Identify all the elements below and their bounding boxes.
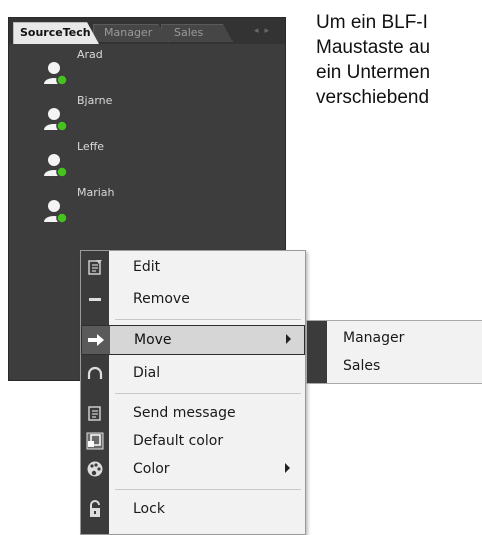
- contact-name: Leffe: [77, 140, 105, 153]
- contact-mariah[interactable]: Mariah: [9, 180, 209, 224]
- menu-item-edit[interactable]: Edit: [81, 253, 305, 281]
- submenu-item-sales[interactable]: Sales: [343, 358, 380, 374]
- menu-item-send-message[interactable]: Send message: [81, 399, 305, 427]
- tab-bar: Sales Manager SourceTech ◂▸: [9, 18, 285, 44]
- menu-separator: [115, 489, 301, 490]
- arrow-right-icon: [86, 330, 106, 350]
- message-icon: [85, 403, 105, 423]
- tab-scroll-arrows[interactable]: ◂▸: [254, 26, 275, 36]
- user-presence-icon: [44, 154, 68, 178]
- user-presence-icon: [44, 62, 68, 86]
- context-menu: Edit Remove Move Dial Send message Defau…: [80, 250, 306, 535]
- contact-name: Mariah: [77, 186, 115, 199]
- menu-item-color[interactable]: Color: [81, 455, 305, 483]
- menu-item-label: Move: [134, 332, 172, 348]
- menu-item-label: Send message: [133, 405, 236, 421]
- help-text: Um ein BLF-I Maustaste au ein Untermen v…: [316, 10, 482, 110]
- menu-item-label: Lock: [133, 501, 165, 517]
- help-line: verschiebend: [316, 87, 430, 108]
- menu-item-lock[interactable]: Lock: [81, 495, 305, 523]
- tab-manager[interactable]: Manager: [93, 24, 169, 42]
- menu-item-label: Remove: [133, 291, 190, 307]
- menu-item-label: Dial: [133, 365, 161, 381]
- contact-name: Arad: [77, 48, 103, 61]
- menu-item-label: Color: [133, 461, 170, 477]
- menu-item-dial[interactable]: Dial: [81, 359, 305, 387]
- default-color-icon: [85, 431, 105, 451]
- lock-icon: [85, 499, 105, 519]
- headset-icon: [85, 363, 105, 383]
- help-line: Maustaste au: [316, 37, 431, 58]
- edit-icon: [85, 257, 105, 277]
- tab-sales[interactable]: Sales: [161, 24, 233, 42]
- menu-item-remove[interactable]: Remove: [81, 285, 305, 313]
- submenu-item-manager[interactable]: Manager: [343, 330, 404, 346]
- user-presence-icon: [44, 108, 68, 132]
- remove-icon: [85, 289, 105, 309]
- palette-icon: [85, 459, 105, 479]
- contact-bjarne[interactable]: Bjarne: [9, 88, 209, 132]
- menu-item-label: Edit: [133, 259, 161, 275]
- submenu-gutter: [307, 321, 327, 383]
- tab-sourcetech[interactable]: SourceTech: [13, 22, 99, 44]
- submenu-arrow-icon: [286, 334, 291, 344]
- contact-leffe[interactable]: Leffe: [9, 134, 209, 178]
- menu-separator: [115, 319, 301, 320]
- user-presence-icon: [44, 200, 68, 224]
- menu-item-move[interactable]: Move: [81, 325, 305, 355]
- menu-separator: [115, 393, 301, 394]
- help-line: ein Untermen: [316, 62, 431, 83]
- menu-item-label: Default color: [133, 433, 224, 449]
- help-line: Um ein BLF-I: [316, 12, 428, 33]
- contact-arad[interactable]: Arad: [9, 42, 209, 86]
- move-submenu: Manager Sales: [306, 320, 482, 384]
- submenu-arrow-icon: [285, 463, 290, 473]
- menu-item-default-color[interactable]: Default color: [81, 427, 305, 455]
- contact-name: Bjarne: [77, 94, 113, 107]
